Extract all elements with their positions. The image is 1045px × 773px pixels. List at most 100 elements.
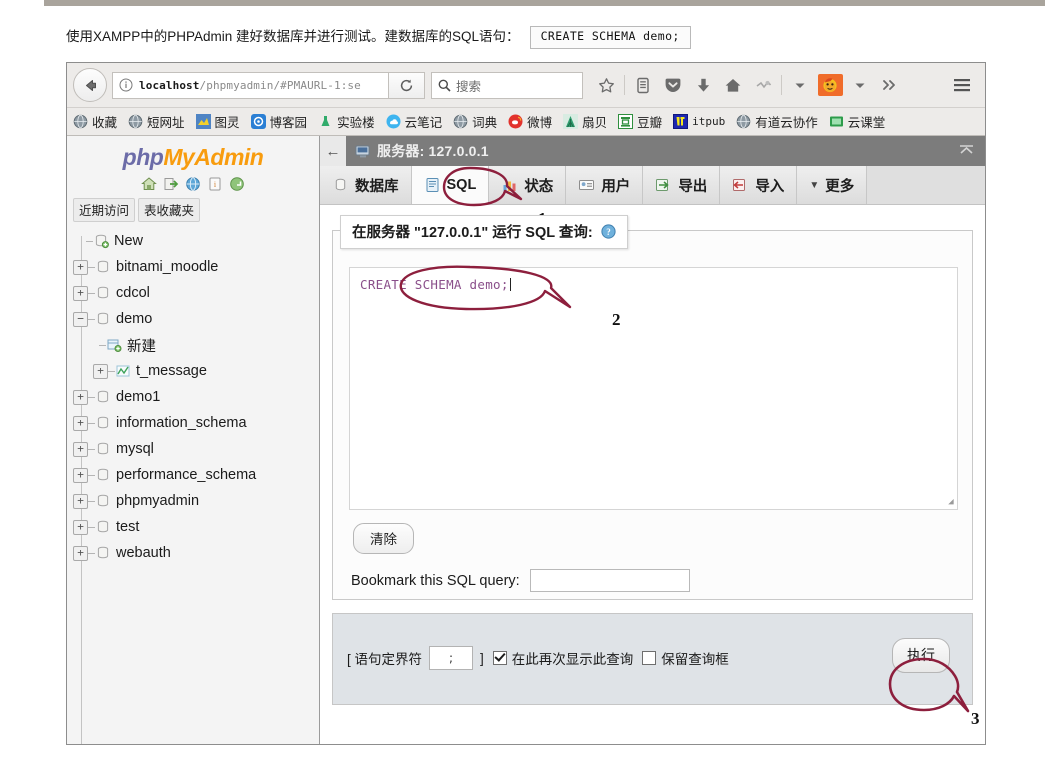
tab-label-users: 用户 — [601, 178, 631, 195]
url-bar[interactable]: localhost/phpmyadmin/#PMAURL-1:se — [112, 71, 389, 99]
document-top-strip — [44, 0, 1045, 6]
caption-text: 使用XAMPP中的PHPAdmin 建好数据库并进行测试。建数据库的SQL语句： — [66, 29, 520, 44]
left-arrow-icon[interactable]: ← — [320, 136, 346, 166]
bookmark-item-12[interactable]: 云课堂 — [829, 112, 885, 131]
tree-label-demo1: demo1 — [116, 389, 161, 405]
sql-icon — [426, 178, 438, 192]
tree-node-performance-schema[interactable]: + performance_schema — [69, 462, 319, 488]
expander-icon-3[interactable]: + — [93, 363, 108, 379]
help-icon[interactable]: ? — [601, 224, 616, 239]
star-icon[interactable] — [591, 69, 621, 101]
bookmark-item-6[interactable]: 词典 — [453, 112, 497, 131]
tree-node-webauth[interactable]: + webauth — [69, 540, 319, 566]
tree-node-phpmyadmin[interactable]: + phpmyadmin — [69, 488, 319, 514]
tree-node-demo[interactable]: − demo — [69, 306, 319, 332]
expander-icon-7[interactable]: + — [73, 467, 88, 483]
bookmark-item-2[interactable]: 图灵 — [195, 112, 240, 131]
resize-grip-icon[interactable]: ◢ — [948, 497, 954, 507]
bookmark-item-0[interactable]: 收藏 — [73, 112, 117, 131]
weibo-icon — [508, 114, 523, 129]
tab-label-import: 导入 — [755, 178, 785, 195]
clear-button[interactable]: 清除 — [353, 523, 414, 554]
bookmark-item-1[interactable]: 短网址 — [128, 112, 185, 131]
bookmark-item-9[interactable]: 豆瓣 — [618, 112, 662, 131]
sql-textarea[interactable]: CREATE SCHEMA demo; ◢ — [349, 267, 958, 510]
bookmark-input[interactable] — [529, 569, 690, 592]
collapse-expander-icon[interactable]: − — [73, 311, 88, 327]
search-bar[interactable]: 搜索 — [431, 71, 583, 99]
expander-icon-8[interactable]: + — [73, 493, 88, 509]
main-tab-row: 数据库 SQL 状态 用户 导出 导入 ▼ 更多 — [320, 166, 985, 205]
pocket-icon[interactable] — [658, 69, 688, 101]
plugin-icon[interactable] — [748, 69, 778, 101]
server-header-bar: ← 服务器: 127.0.0.1 — [320, 136, 985, 166]
import-icon — [733, 179, 746, 191]
tab-users[interactable]: 用户 — [566, 166, 644, 204]
home-icon[interactable] — [718, 69, 748, 101]
tab-favorites[interactable]: 表收藏夹 — [138, 198, 201, 222]
bookmark-item-10[interactable]: itpub — [673, 114, 725, 129]
chevron-down-icon-2[interactable] — [845, 69, 875, 101]
tree-node-bitnami-moodle[interactable]: + bitnami_moodle — [69, 254, 319, 280]
cloudnote-icon — [386, 114, 401, 129]
bookmark-label-6: 词典 — [472, 116, 498, 130]
firefox-icon[interactable] — [815, 69, 845, 101]
tree-node-new[interactable]: New — [69, 228, 319, 254]
tree-label-demo: demo — [116, 311, 153, 327]
expander-icon-5[interactable]: + — [73, 415, 88, 431]
tree-node-test[interactable]: + test — [69, 514, 319, 540]
tree-node-new-table[interactable]: 新建 — [69, 332, 319, 358]
tree-node-mysql[interactable]: + mysql — [69, 436, 319, 462]
bookmark-item-3[interactable]: 博客园 — [250, 112, 307, 131]
keep-query-box-checkbox[interactable] — [642, 651, 657, 665]
tab-databases[interactable]: 数据库 — [320, 166, 412, 204]
bookmark-item-11[interactable]: 有道云协作 — [736, 112, 818, 131]
expander-icon-10[interactable]: + — [73, 545, 88, 561]
expander-icon-4[interactable]: + — [73, 389, 88, 405]
reload-button[interactable] — [389, 71, 425, 99]
delimiter-input[interactable]: ; — [429, 646, 474, 670]
tree-node-cdcol[interactable]: + cdcol — [69, 280, 319, 306]
manual-icon[interactable]: i — [207, 176, 223, 192]
bookmark-item-8[interactable]: 扇贝 — [563, 112, 607, 131]
tab-export[interactable]: 导出 — [643, 166, 721, 204]
itpub-icon — [673, 114, 689, 129]
chevron-down-icon[interactable] — [785, 69, 815, 101]
overflow-icon[interactable] — [875, 69, 905, 101]
tree-node-information-schema[interactable]: + information_schema — [69, 410, 319, 436]
library-icon[interactable] — [628, 69, 658, 101]
tab-sql[interactable]: SQL — [411, 166, 490, 204]
tree-node-t-message[interactable]: + t_message — [69, 358, 319, 384]
tab-recent[interactable]: 近期访问 — [73, 198, 136, 222]
logout-icon[interactable] — [163, 176, 179, 192]
home-icon[interactable] — [141, 176, 157, 192]
phpmyadmin-sidebar: phpMyAdmin i 近期访问 表收藏夹 New + bitnami_moo… — [67, 136, 320, 744]
tab-status[interactable]: 状态 — [489, 166, 567, 204]
expander-icon-9[interactable]: + — [73, 519, 88, 535]
bookmark-item-5[interactable]: 云笔记 — [386, 112, 442, 131]
docs-icon[interactable] — [185, 176, 201, 192]
bookmark-item-7[interactable]: 微博 — [508, 112, 552, 131]
show-query-checkbox[interactable] — [492, 651, 507, 665]
tab-import[interactable]: 导入 — [720, 166, 798, 204]
bookmark-label-9: 豆瓣 — [637, 116, 663, 130]
collapse-icon[interactable] — [958, 143, 975, 160]
reload-icon[interactable] — [229, 176, 245, 192]
phpmyadmin-logo[interactable]: phpMyAdmin — [67, 136, 319, 171]
tree-label-bitnami-moodle: bitnami_moodle — [116, 259, 219, 275]
tab-more[interactable]: ▼ 更多 — [797, 166, 868, 204]
bookmark-item-4[interactable]: 实验楼 — [318, 112, 375, 131]
go-button[interactable]: 执行 — [892, 638, 950, 673]
sidebar-mini-tabs: 近期访问 表收藏夹 — [67, 192, 319, 226]
back-button[interactable] — [73, 68, 107, 102]
document-top-strip-left — [0, 0, 44, 6]
menu-icon[interactable] — [945, 77, 979, 93]
reload-icon — [400, 79, 413, 91]
expander-icon-2[interactable]: + — [73, 285, 88, 301]
bookmark-label: Bookmark this SQL query: — [351, 572, 520, 589]
expander-icon[interactable]: + — [73, 259, 88, 275]
download-icon[interactable] — [688, 69, 718, 101]
tree-node-demo1[interactable]: + demo1 — [69, 384, 319, 410]
expander-icon-6[interactable]: + — [73, 441, 88, 457]
shanbay-icon — [563, 114, 579, 129]
